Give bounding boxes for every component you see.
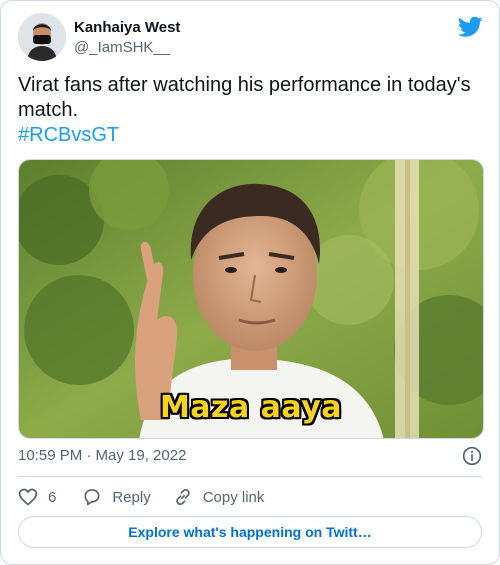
- copy-link-button[interactable]: Copy link: [173, 487, 265, 507]
- tweet-timestamp[interactable]: 10:59 PM · May 19, 2022: [18, 446, 186, 466]
- tweet-media-image[interactable]: Maza aaya: [18, 159, 484, 439]
- meme-caption: Maza aaya: [159, 390, 343, 425]
- link-icon: [175, 488, 190, 506]
- hashtag-link[interactable]: #RCBvsGT: [18, 123, 484, 148]
- tweet-body: Virat fans after watching his performanc…: [18, 74, 471, 121]
- like-count: 6: [48, 488, 57, 506]
- reply-button[interactable]: Reply: [82, 487, 151, 507]
- twitter-bird-icon[interactable]: [458, 16, 483, 38]
- like-button[interactable]: 6: [18, 487, 56, 507]
- divider: [18, 476, 482, 477]
- reply-label: Reply: [112, 488, 151, 506]
- copy-link-label: Copy link: [202, 488, 265, 506]
- heart-icon: [18, 488, 38, 506]
- author-handle[interactable]: @_IamSHK__: [74, 38, 170, 58]
- reply-icon: [84, 489, 100, 506]
- tweet-text: Virat fans after watching his performanc…: [18, 73, 484, 148]
- explore-button[interactable]: Explore what's happening on Twitt…: [18, 516, 482, 548]
- info-icon[interactable]: [462, 446, 482, 466]
- action-bar: 6 Reply Copy link: [18, 486, 286, 508]
- avatar[interactable]: [18, 13, 66, 61]
- author-name[interactable]: Kanhaiya West: [74, 18, 180, 38]
- tweet-card: Kanhaiya West @_IamSHK__ Virat fans afte…: [0, 0, 500, 565]
- avatar-image: [18, 13, 66, 61]
